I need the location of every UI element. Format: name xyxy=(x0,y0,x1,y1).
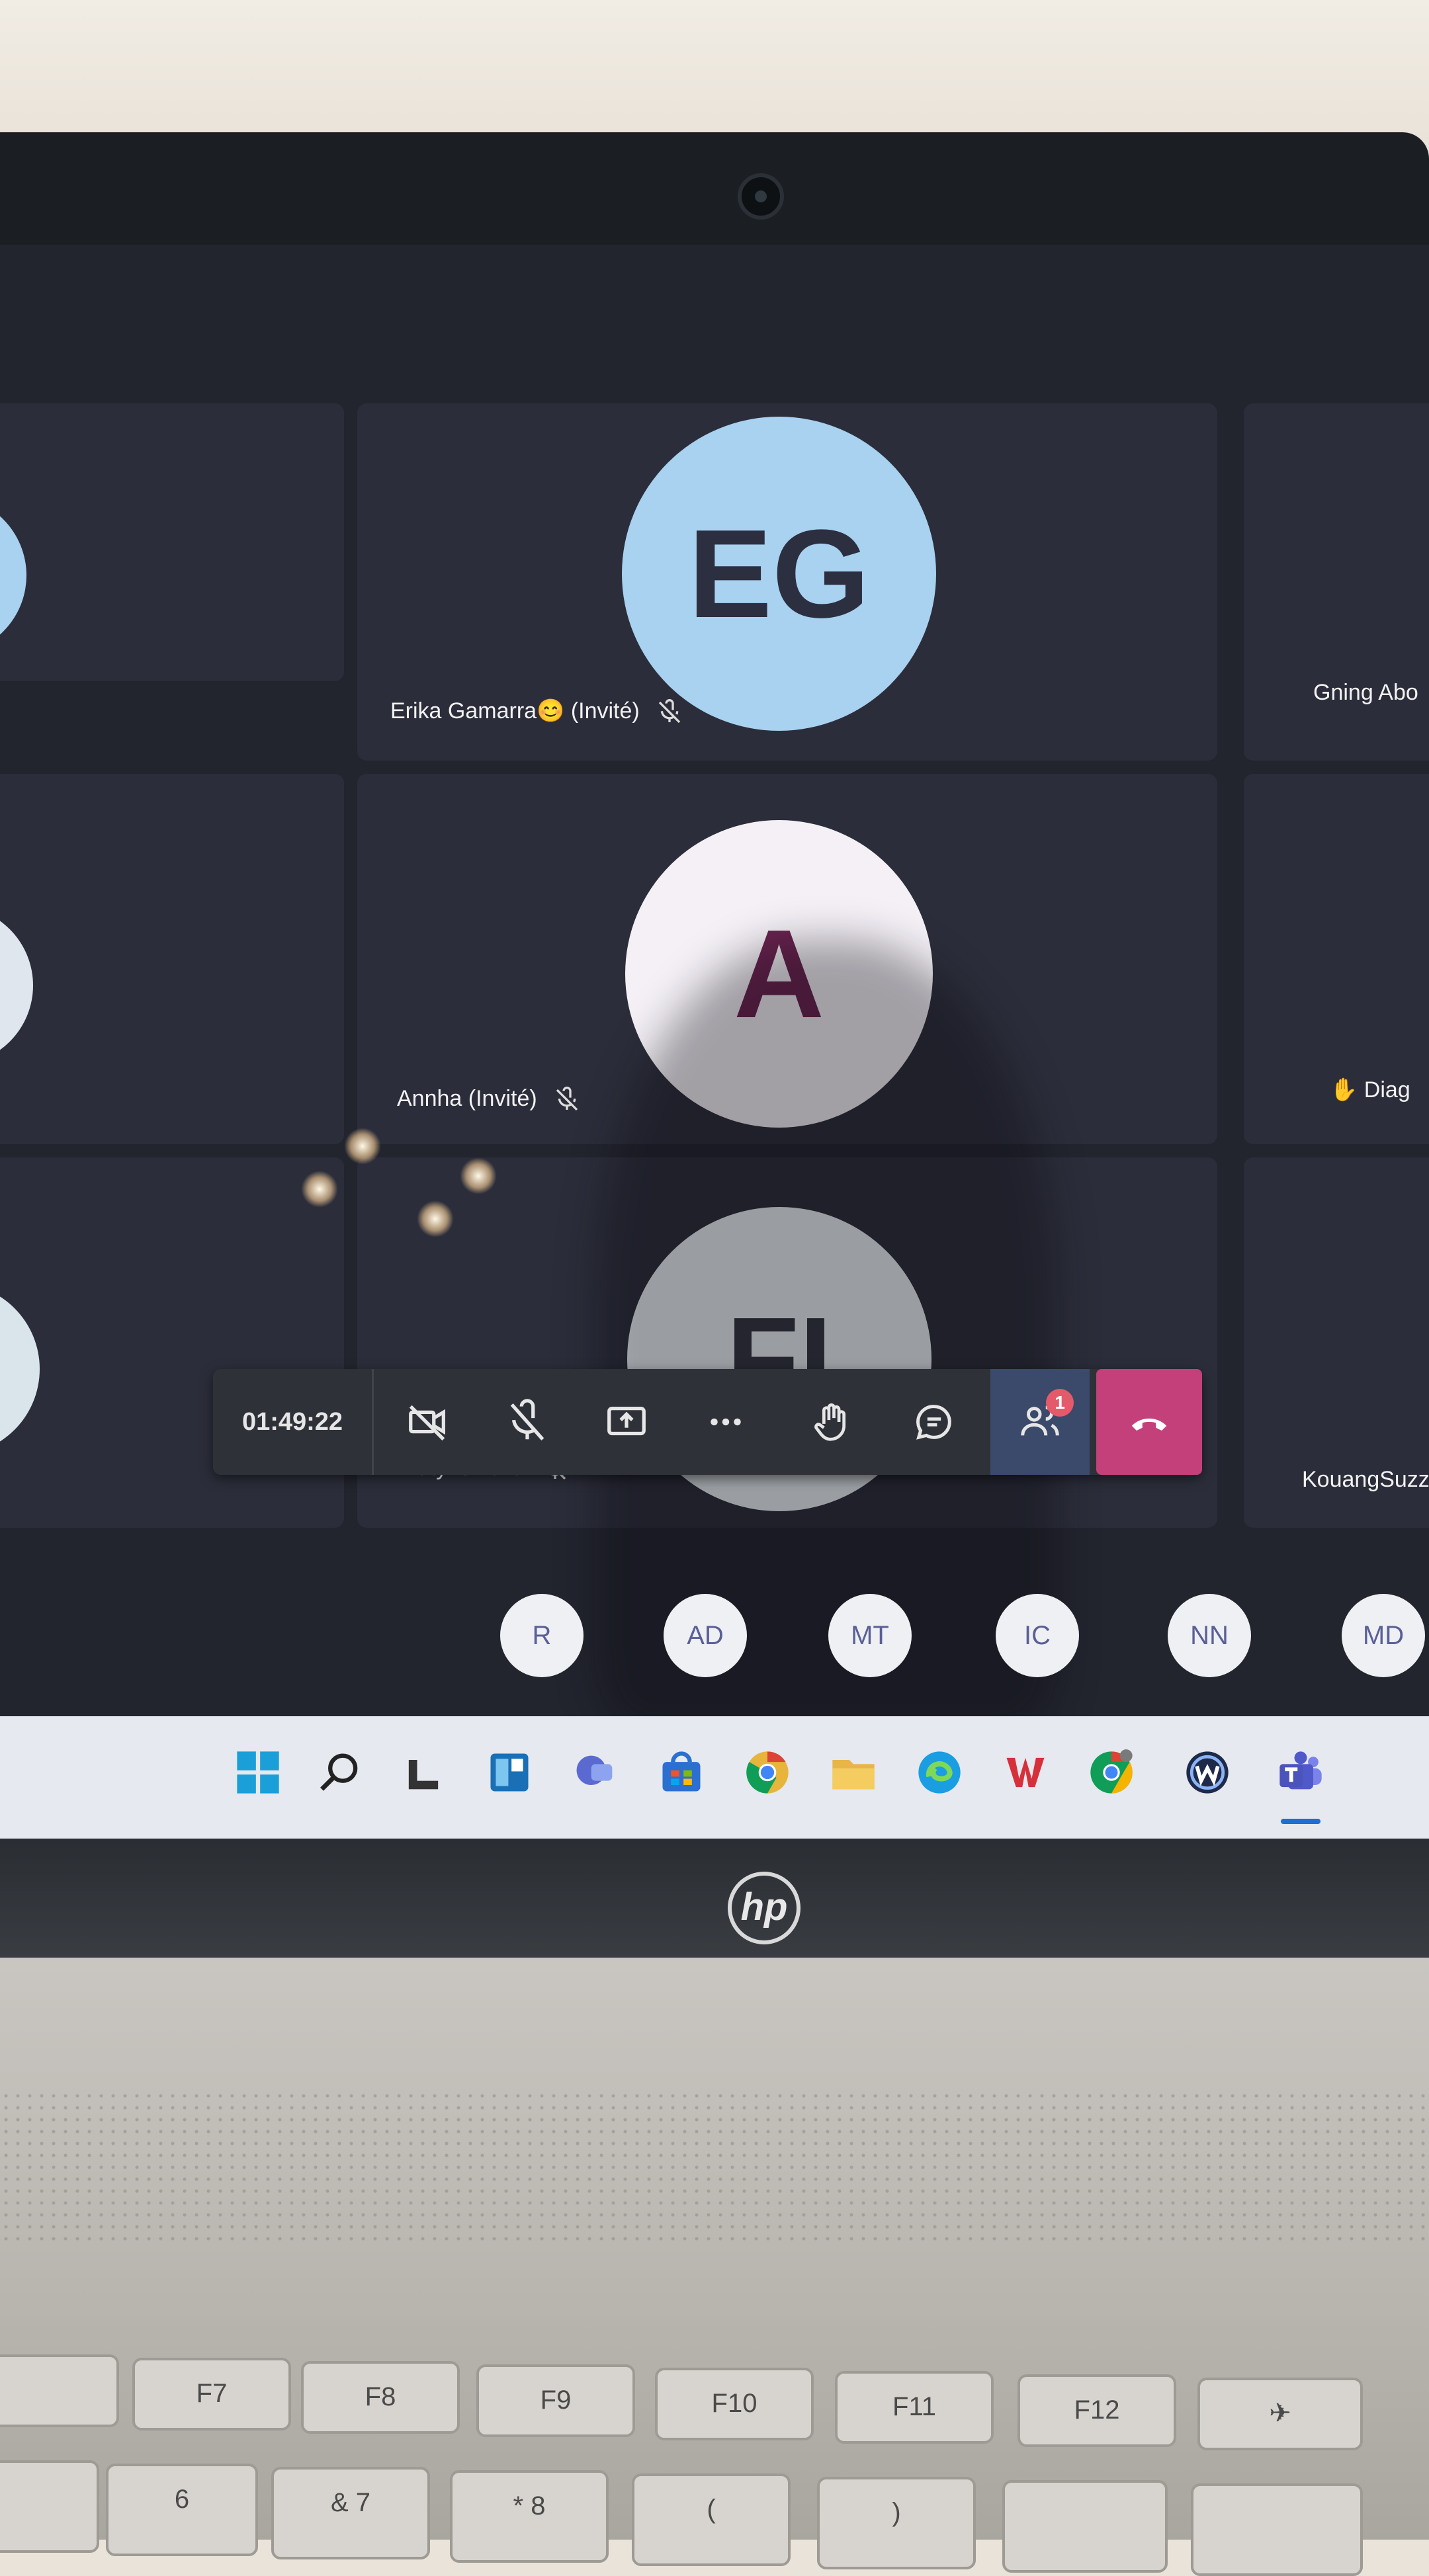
keyboard-key xyxy=(1191,2483,1363,2576)
raised-hand-icon: ✋ xyxy=(1330,1077,1358,1102)
mute-button[interactable] xyxy=(478,1369,577,1475)
keyboard-key-6: 6 xyxy=(106,2464,258,2556)
hand-icon xyxy=(814,1403,845,1441)
taskbar-chrome[interactable] xyxy=(741,1746,794,1799)
webcam xyxy=(738,173,784,220)
more-actions-button[interactable] xyxy=(676,1369,775,1475)
start-icon xyxy=(237,1751,279,1794)
keyboard-key-f7: F7 xyxy=(132,2358,291,2431)
taskbar-edge[interactable] xyxy=(913,1746,966,1799)
participant-name-label: Gning Abo xyxy=(1313,680,1418,705)
hang-up-button[interactable] xyxy=(1096,1369,1202,1475)
hp-logo: hp xyxy=(728,1872,801,1944)
light-glare xyxy=(344,1128,381,1165)
teams-icon xyxy=(1279,1751,1322,1790)
participant-strip-avatar[interactable]: NN xyxy=(1168,1594,1251,1677)
participant-strip-avatar[interactable]: MD xyxy=(1342,1594,1425,1677)
keyboard-key-8: * 8 xyxy=(450,2470,609,2563)
keyboard-key-f11: F11 xyxy=(835,2371,994,2444)
participant-name-label: Erika Gamarra😊 (Invité) xyxy=(390,698,683,726)
taskbar-store[interactable] xyxy=(655,1746,708,1799)
participant-strip-avatar[interactable]: AD xyxy=(664,1594,747,1677)
camera-off-button[interactable] xyxy=(378,1369,478,1475)
phone-hangup-icon xyxy=(1131,1418,1167,1431)
meeting-control-bar: 01:49:22 1 xyxy=(213,1369,1202,1475)
taskbar-task-view[interactable] xyxy=(397,1746,450,1799)
tile-right-1 xyxy=(1244,403,1429,761)
chrome-icon xyxy=(746,1751,789,1794)
keyboard-key-f8: F8 xyxy=(301,2361,460,2434)
wps-icon xyxy=(1006,1757,1045,1788)
widgets-icon xyxy=(490,1753,529,1792)
taskbar-search[interactable] xyxy=(314,1746,367,1799)
keyboard-key-f10: F10 xyxy=(655,2368,814,2440)
taskbar-widgets[interactable] xyxy=(483,1746,536,1799)
chat-button[interactable] xyxy=(885,1369,984,1475)
start-button[interactable] xyxy=(232,1746,284,1799)
keyboard-key-7: & 7 xyxy=(271,2467,430,2559)
keyboard-key xyxy=(1002,2480,1168,2573)
participants-button[interactable]: 1 xyxy=(990,1369,1090,1475)
laptop-deck xyxy=(0,1958,1429,2540)
keyboard-key-0: ) xyxy=(817,2477,976,2569)
keyboard-key-f12: F12 xyxy=(1018,2374,1176,2447)
taskbar-app[interactable] xyxy=(1181,1746,1234,1799)
share-screen-button[interactable] xyxy=(577,1369,676,1475)
screen-reflection xyxy=(595,939,1059,1733)
participant-name-label: Annha (Invité) xyxy=(397,1086,580,1113)
light-glare xyxy=(460,1157,497,1194)
task-view-icon xyxy=(408,1760,439,1790)
avatar-initials: EG xyxy=(688,503,870,644)
participant-strip-avatar[interactable]: R xyxy=(500,1594,584,1677)
edge-icon xyxy=(918,1751,961,1794)
keyboard-key-9: ( xyxy=(632,2473,791,2566)
light-glare xyxy=(417,1200,454,1237)
chat-icon xyxy=(916,1405,951,1440)
file-explorer-icon xyxy=(832,1760,875,1790)
participant-name-label: KouangSuzz xyxy=(1302,1467,1429,1492)
participant-strip-avatar[interactable]: MT xyxy=(828,1594,912,1677)
tile-left-1 xyxy=(0,403,344,681)
taskbar-file-explorer[interactable] xyxy=(827,1746,880,1799)
video-off-icon xyxy=(409,1405,445,1441)
taskbar-chrome-profile[interactable] xyxy=(1085,1746,1138,1799)
keyboard-key-airplane: ✈ xyxy=(1197,2378,1363,2450)
app-icon xyxy=(1186,1751,1229,1794)
avatar-erika: EG xyxy=(622,417,936,731)
participant-strip-avatar[interactable]: IC xyxy=(996,1594,1079,1677)
chrome-profile-icon xyxy=(1090,1749,1133,1794)
taskbar-active-indicator xyxy=(1281,1819,1321,1824)
keyboard-key xyxy=(0,2354,119,2427)
keyboard-key-f9: F9 xyxy=(476,2364,635,2437)
taskbar-wps[interactable] xyxy=(999,1746,1052,1799)
airplane-icon: ✈ xyxy=(1269,2399,1291,2428)
chat-icon xyxy=(576,1755,613,1785)
participant-name-label: ✋ Diag xyxy=(1330,1077,1410,1102)
taskbar-chat[interactable] xyxy=(569,1746,622,1799)
search-icon xyxy=(320,1753,358,1791)
raise-hand-button[interactable] xyxy=(782,1369,881,1475)
laptop-hinge xyxy=(0,1839,1429,1964)
keyboard-key xyxy=(0,2460,99,2553)
mic-off-icon xyxy=(556,1087,578,1111)
mic-off-icon xyxy=(659,699,681,724)
share-screen-icon xyxy=(607,1406,646,1436)
speaker-grille xyxy=(0,2090,1429,2242)
tile-left-2 xyxy=(0,774,344,1144)
participants-badge: 1 xyxy=(1046,1389,1074,1417)
meeting-timer: 01:49:22 xyxy=(213,1369,374,1475)
light-glare xyxy=(301,1171,338,1208)
mic-off-icon xyxy=(510,1399,544,1440)
more-icon xyxy=(711,1418,741,1426)
store-icon xyxy=(662,1751,701,1792)
taskbar-teams[interactable] xyxy=(1274,1746,1327,1799)
